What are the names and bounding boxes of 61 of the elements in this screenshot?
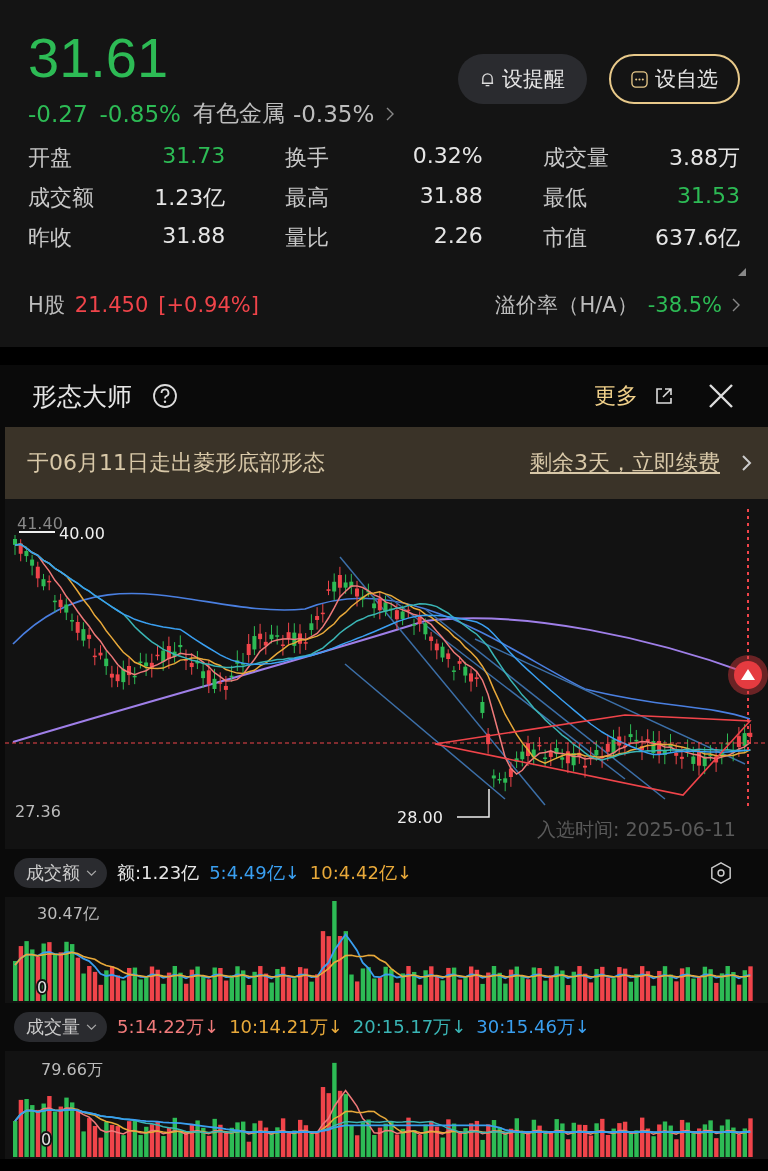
stat-label: 成交量 bbox=[542, 144, 609, 172]
stat-value: 31.73 bbox=[162, 143, 226, 170]
sector-change: -0.35% bbox=[292, 100, 375, 127]
chevron-down-icon bbox=[86, 1023, 97, 1031]
chevron-right-icon[interactable] bbox=[386, 106, 395, 121]
renew-link[interactable]: 剩余3天，立即续费 bbox=[530, 448, 720, 478]
indicator-dropdown[interactable]: 成交量 bbox=[14, 1012, 107, 1042]
close-icon[interactable] bbox=[708, 383, 734, 409]
percent-change: -0.85% bbox=[99, 100, 181, 127]
more-link[interactable]: 更多 bbox=[594, 381, 638, 411]
chevron-right-icon[interactable] bbox=[742, 455, 752, 471]
stat-label: 开盘 bbox=[28, 144, 72, 172]
legend-value: 5:4.49亿↓ bbox=[209, 861, 300, 885]
add-watchlist-button[interactable]: 设自选 bbox=[609, 54, 740, 104]
price-change: -0.27 bbox=[28, 100, 88, 127]
legend-value: 10:4.42亿↓ bbox=[309, 861, 412, 885]
last-price: 31.61 bbox=[28, 30, 170, 86]
stat-label: 量比 bbox=[285, 224, 330, 252]
premium-value: -38.5% bbox=[647, 293, 722, 317]
legend-value: 额:1.23亿 bbox=[117, 861, 200, 885]
stat-value: 1.23亿 bbox=[154, 184, 226, 212]
stat-label: 市值 bbox=[542, 224, 587, 252]
legend-value: 20:15.17万↓ bbox=[352, 1015, 467, 1039]
entry-date-text: 入选时间: 2025-06-11 bbox=[537, 818, 736, 840]
h-share-change: [+0.94%] bbox=[158, 293, 259, 317]
bell-icon bbox=[480, 70, 495, 88]
banner-text: 于06月11日走出菱形底部形态 bbox=[27, 449, 325, 477]
h-share-label: H股 bbox=[28, 292, 65, 319]
low-axis-label: 27.36 bbox=[15, 802, 61, 821]
axis-max-label: 79.66万 bbox=[41, 1060, 103, 1079]
chevron-right-icon[interactable] bbox=[732, 298, 740, 312]
stat-value: 2.26 bbox=[433, 223, 483, 250]
panel-title: 形态大师 bbox=[32, 380, 132, 413]
indicator-dropdown[interactable]: 成交额 bbox=[14, 858, 107, 888]
stat-value: 0.32% bbox=[412, 143, 483, 170]
stat-value: 31.53 bbox=[677, 183, 740, 210]
stat-label: 最高 bbox=[285, 184, 330, 212]
stat-label: 换手 bbox=[285, 144, 330, 172]
stat-value: 637.6亿 bbox=[655, 224, 740, 252]
stat-label: 最低 bbox=[542, 184, 587, 212]
sector-name[interactable]: 有色金属 bbox=[192, 98, 285, 129]
premium-label: 溢价率（H/A） bbox=[495, 292, 638, 319]
h-share-price: 21.450 bbox=[74, 293, 149, 317]
stat-label: 昨收 bbox=[28, 224, 72, 252]
axis-zero-label: 0 bbox=[41, 1130, 52, 1149]
stat-value: 31.88 bbox=[419, 183, 483, 210]
external-link-icon[interactable] bbox=[654, 386, 674, 406]
axis-max-label: 30.47亿 bbox=[37, 904, 99, 923]
legend-value: 5:14.22万↓ bbox=[117, 1015, 220, 1039]
corner-triangle-icon bbox=[738, 268, 746, 276]
chevron-down-icon bbox=[86, 869, 97, 877]
alert-marker-icon[interactable] bbox=[728, 655, 768, 695]
help-icon[interactable] bbox=[152, 383, 178, 409]
stat-label: 成交额 bbox=[28, 184, 94, 212]
legend-value: 10:14.21万↓ bbox=[229, 1015, 343, 1039]
legend-value: 30:15.46万↓ bbox=[476, 1015, 590, 1039]
stat-value: 3.88万 bbox=[669, 144, 740, 172]
settings-icon[interactable] bbox=[710, 861, 732, 885]
set-alert-button[interactable]: 设提醒 bbox=[458, 54, 587, 104]
stat-value: 31.88 bbox=[162, 223, 226, 250]
more-icon bbox=[631, 70, 648, 88]
